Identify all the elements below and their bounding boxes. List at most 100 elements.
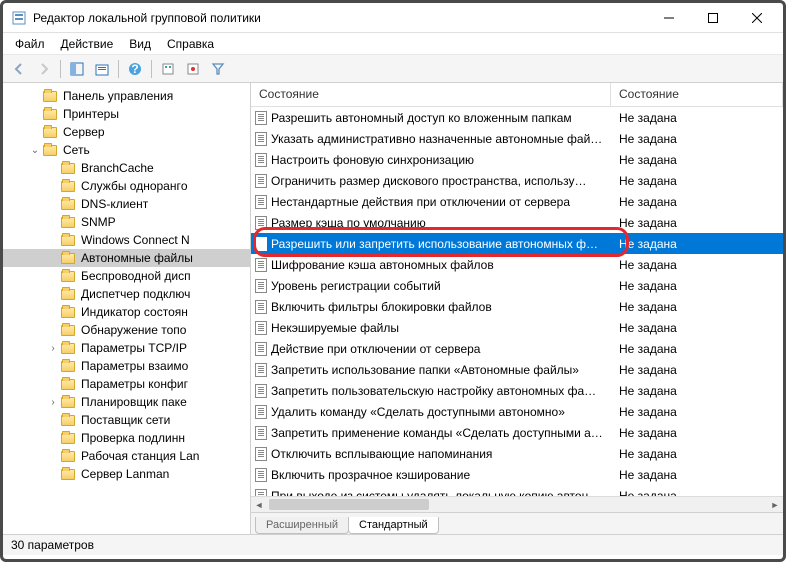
list-row[interactable]: Запретить пользовательскую настройку авт… bbox=[251, 380, 783, 401]
list-item-state: Не задана bbox=[611, 447, 783, 461]
list-body[interactable]: Разрешить автономный доступ ко вложенным… bbox=[251, 107, 783, 534]
policy-icon bbox=[255, 342, 267, 356]
tree-item[interactable]: Принтеры bbox=[3, 105, 250, 123]
policy-icon bbox=[255, 321, 267, 335]
column-header-state[interactable]: Состояние bbox=[611, 83, 783, 106]
list-header: Состояние Состояние bbox=[251, 83, 783, 107]
tree-item-label: Планировщик паке bbox=[79, 394, 189, 410]
list-row[interactable]: Указать административно назначенные авто… bbox=[251, 128, 783, 149]
tree-item[interactable]: Сервер Lanman bbox=[3, 465, 250, 483]
chevron-right-icon[interactable]: › bbox=[47, 397, 59, 408]
folder-icon bbox=[61, 343, 75, 354]
folder-icon bbox=[61, 271, 75, 282]
tree-item[interactable]: SNMP bbox=[3, 213, 250, 231]
column-header-name[interactable]: Состояние bbox=[251, 83, 611, 106]
list-item-name: Действие при отключении от сервера bbox=[271, 342, 480, 356]
horizontal-scrollbar[interactable]: ◄ ► bbox=[251, 496, 783, 512]
tree-item-label: Диспетчер подключ bbox=[79, 286, 192, 302]
tree-item[interactable]: Обнаружение топо bbox=[3, 321, 250, 339]
tree-item[interactable]: BranchCache bbox=[3, 159, 250, 177]
folder-icon bbox=[61, 469, 75, 480]
list-row[interactable]: Разрешить автономный доступ ко вложенным… bbox=[251, 107, 783, 128]
list-row[interactable]: Разрешить или запретить использование ав… bbox=[251, 233, 783, 254]
policy-icon bbox=[255, 174, 267, 188]
tree-item[interactable]: Параметры взаимо bbox=[3, 357, 250, 375]
policy-icon bbox=[255, 426, 267, 440]
menu-file[interactable]: Файл bbox=[7, 35, 53, 53]
list-item-state: Не задана bbox=[611, 237, 783, 251]
chevron-down-icon[interactable]: ⌄ bbox=[29, 145, 41, 156]
tree-item-label: BranchCache bbox=[79, 160, 156, 176]
list-row[interactable]: Ограничить размер дискового пространства… bbox=[251, 170, 783, 191]
list-item-name: Размер кэша по умолчанию bbox=[271, 216, 426, 230]
tree-item[interactable]: Автономные файлы bbox=[3, 249, 250, 267]
scroll-left-icon[interactable]: ◄ bbox=[251, 497, 267, 513]
chevron-right-icon[interactable]: › bbox=[47, 343, 59, 354]
tab-extended[interactable]: Расширенный bbox=[255, 517, 349, 534]
policy-icon bbox=[255, 468, 267, 482]
filter-button[interactable] bbox=[206, 58, 230, 80]
tree-item[interactable]: Поставщик сети bbox=[3, 411, 250, 429]
list-item-state: Не задана bbox=[611, 216, 783, 230]
folder-icon bbox=[61, 433, 75, 444]
list-row[interactable]: Запретить использование папки «Автономны… bbox=[251, 359, 783, 380]
tree-item[interactable]: ⌄ Сеть bbox=[3, 141, 250, 159]
list-item-state: Не задана bbox=[611, 174, 783, 188]
list-row[interactable]: Размер кэша по умолчанию Не задана bbox=[251, 212, 783, 233]
tree-item[interactable]: Диспетчер подключ bbox=[3, 285, 250, 303]
list-row[interactable]: Отключить всплывающие напоминанияНе зада… bbox=[251, 443, 783, 464]
list-row[interactable]: Включить фильтры блокировки файловНе зад… bbox=[251, 296, 783, 317]
tree-item[interactable]: Индикатор состоян bbox=[3, 303, 250, 321]
options-button[interactable] bbox=[156, 58, 180, 80]
title-bar: Редактор локальной групповой политики bbox=[3, 3, 783, 33]
list-row[interactable]: Некэшируемые файлыНе задана bbox=[251, 317, 783, 338]
maximize-button[interactable] bbox=[691, 4, 735, 32]
tree-item[interactable]: Параметры конфиг bbox=[3, 375, 250, 393]
tab-standard[interactable]: Стандартный bbox=[348, 517, 439, 534]
show-hide-tree-button[interactable] bbox=[65, 58, 89, 80]
list-row[interactable]: Уровень регистрации событийНе задана bbox=[251, 275, 783, 296]
menu-action[interactable]: Действие bbox=[53, 35, 122, 53]
list-row[interactable]: Шифрование кэша автономных файловНе зада… bbox=[251, 254, 783, 275]
toolbar: ? bbox=[3, 55, 783, 83]
policy-icon bbox=[255, 237, 267, 251]
tree-item[interactable]: › Планировщик паке bbox=[3, 393, 250, 411]
toolbar-separator bbox=[118, 60, 119, 78]
tree-item-label: Сеть bbox=[61, 142, 92, 158]
tree-item[interactable]: Беспроводной дисп bbox=[3, 267, 250, 285]
list-row[interactable]: Нестандартные действия при отключении от… bbox=[251, 191, 783, 212]
list-row[interactable]: Включить прозрачное кэшированиеНе задана bbox=[251, 464, 783, 485]
forward-button[interactable] bbox=[32, 58, 56, 80]
tree-item[interactable]: Проверка подлинн bbox=[3, 429, 250, 447]
scroll-thumb[interactable] bbox=[269, 499, 429, 510]
minimize-button[interactable] bbox=[647, 4, 691, 32]
tree-item-label: Windows Connect N bbox=[79, 232, 192, 248]
list-item-state: Не задана bbox=[611, 384, 783, 398]
menu-help[interactable]: Справка bbox=[159, 35, 222, 53]
list-item-state: Не задана bbox=[611, 279, 783, 293]
tree-item-label: Принтеры bbox=[61, 106, 121, 122]
export-list-button[interactable] bbox=[90, 58, 114, 80]
list-row[interactable]: Удалить команду «Сделать доступными авто… bbox=[251, 401, 783, 422]
tree-item[interactable]: Сервер bbox=[3, 123, 250, 141]
tree-item[interactable]: DNS-клиент bbox=[3, 195, 250, 213]
back-button[interactable] bbox=[7, 58, 31, 80]
tree-item[interactable]: ›Параметры TCP/IP bbox=[3, 339, 250, 357]
policy-icon bbox=[255, 153, 267, 167]
help-button[interactable]: ? bbox=[123, 58, 147, 80]
tree-item[interactable]: Службы однорангo bbox=[3, 177, 250, 195]
menu-view[interactable]: Вид bbox=[121, 35, 159, 53]
tree-panel[interactable]: Панель управленияПринтерыСервер ⌄ Сеть Bran… bbox=[3, 83, 251, 534]
list-row[interactable]: Действие при отключении от сервераНе зад… bbox=[251, 338, 783, 359]
list-item-state: Не задана bbox=[611, 426, 783, 440]
status-bar: 30 параметров bbox=[3, 535, 783, 555]
content-area: Панель управленияПринтерыСервер ⌄ Сеть Bran… bbox=[3, 83, 783, 535]
tree-item[interactable]: Windows Connect N bbox=[3, 231, 250, 249]
tree-item[interactable]: Рабочая станция Lan bbox=[3, 447, 250, 465]
properties-button[interactable] bbox=[181, 58, 205, 80]
list-row[interactable]: Настроить фоновую синхронизациюНе задана bbox=[251, 149, 783, 170]
list-row[interactable]: Запретить применение команды «Сделать до… bbox=[251, 422, 783, 443]
close-button[interactable] bbox=[735, 4, 779, 32]
tree-item[interactable]: Панель управления bbox=[3, 87, 250, 105]
scroll-right-icon[interactable]: ► bbox=[767, 497, 783, 513]
